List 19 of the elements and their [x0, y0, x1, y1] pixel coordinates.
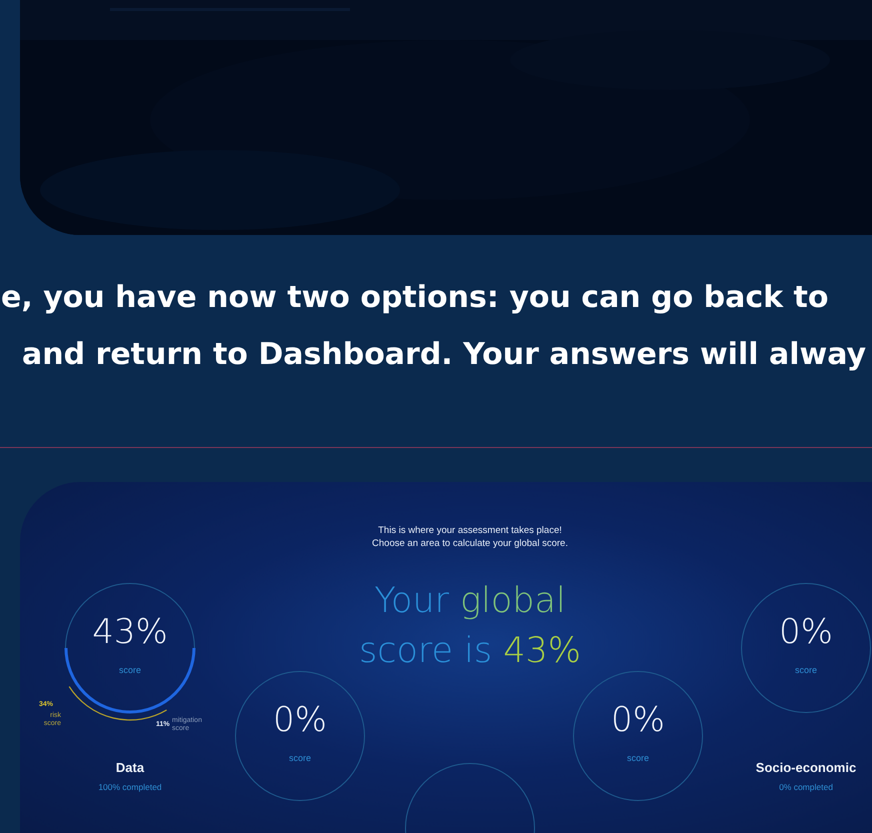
completion-text: 0% completed	[778, 782, 834, 792]
intro-text: This is where your assessment takes place! Choose an area to calculate your global score.	[371, 524, 569, 550]
score-label: score	[118, 665, 142, 675]
completion-text: 100% completed	[97, 782, 163, 792]
score-value: 43%	[91, 612, 169, 652]
score-circle[interactable]: 0% score	[741, 583, 871, 713]
score-value: 0%	[610, 700, 666, 740]
area-name: Data	[114, 760, 146, 775]
description-text: e, you have now two options: you can go back to	[1, 279, 830, 317]
area-name: Socio-economic	[754, 760, 858, 775]
global-score-title: Your global score is 43%	[358, 580, 582, 673]
score-label: score	[794, 665, 818, 675]
score-value: 0%	[778, 612, 834, 652]
score-label: score	[626, 753, 650, 763]
score-value: 0%	[272, 700, 328, 740]
score-circle[interactable]: 0% score	[573, 671, 703, 801]
score-label: score	[288, 753, 312, 763]
description-text: and return to Dashboard. Your answers will alway	[22, 336, 868, 374]
score-circle[interactable]: 0% score	[235, 671, 365, 801]
